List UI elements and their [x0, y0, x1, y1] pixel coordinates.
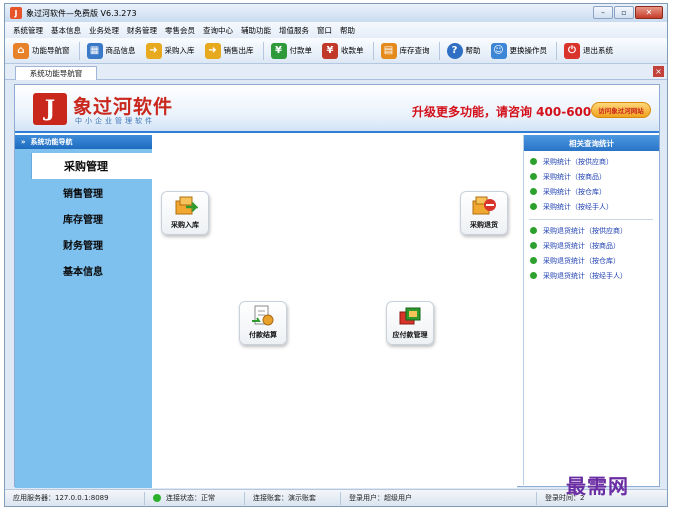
connection-status-icon	[153, 494, 161, 502]
stock-icon: ▤	[380, 42, 397, 59]
tab-close-icon[interactable]: ×	[653, 66, 664, 77]
toolbar-payment-button[interactable]: ¥ 付款单	[267, 40, 317, 62]
home-icon: ⌂	[13, 42, 29, 59]
payment-icon: ¥	[270, 42, 287, 59]
bullet-icon	[530, 242, 537, 249]
toolbar-nav-button[interactable]: ⌂ 功能导航窗	[9, 40, 74, 62]
bullet-icon	[530, 188, 537, 195]
toolbar: ⌂ 功能导航窗 ▦ 商品信息 ➜ 采购入库 ➜ 销售出库 ¥ 付款单 ¥ 收款单…	[5, 38, 667, 64]
app-logo-icon: J	[10, 7, 22, 19]
grid-icon: ▦	[86, 42, 103, 59]
menu-query[interactable]: 查询中心	[203, 25, 233, 36]
payment-settle-icon	[252, 305, 274, 326]
title-bar: J 象过河软件—免费版 V6.3.273 – ▫ ✕	[5, 4, 667, 22]
query-purchase-by-goods[interactable]: 采购统计（按商品）	[530, 169, 659, 184]
module-payment-settle[interactable]: 付款结算	[239, 301, 287, 345]
chevrons-icon: »	[21, 138, 26, 146]
toolbar-goods-button[interactable]: ▦ 商品信息	[83, 40, 140, 62]
menu-system[interactable]: 系统管理	[13, 25, 43, 36]
toolbar-purchase-in-button[interactable]: ➜ 采购入库	[142, 40, 199, 62]
module-workarea: 采购入库 采购退货 付款结算 应付款管理	[152, 135, 517, 488]
status-account: 连接账套：演示账套	[245, 491, 341, 505]
bullet-icon	[530, 203, 537, 210]
purchase-in-icon	[175, 196, 198, 215]
menu-basic-info[interactable]: 基本信息	[51, 25, 81, 36]
sidebar-header: » 系统功能导航	[15, 135, 152, 149]
related-queries-panel: 相关查询统计 采购统计（按供应商） 采购统计（按商品） 采购统计（按仓库） 采购…	[523, 135, 659, 485]
app-window: J 象过河软件—免费版 V6.3.273 – ▫ ✕ 系统管理 基本信息 业务处…	[4, 3, 668, 507]
toolbar-receipt-button[interactable]: ¥ 收款单	[318, 40, 368, 62]
nav-content: J 象过河软件 中小企业管理软件 升级更多功能，请咨询 400-600-1168…	[14, 84, 660, 488]
query-return-by-warehouse[interactable]: 采购退货统计（按仓库）	[530, 253, 659, 268]
toolbar-stock-button[interactable]: ▤ 库存查询	[377, 40, 434, 62]
help-icon: ?	[446, 42, 463, 59]
sidebar: » 系统功能导航 采购管理 销售管理 库存管理 财务管理 基本信息	[15, 135, 152, 488]
menu-value-added[interactable]: 增值服务	[279, 25, 309, 36]
query-purchase-by-handler[interactable]: 采购统计（按经手人）	[530, 199, 659, 214]
status-user: 登录用户：超级用户	[341, 491, 537, 505]
folder-in-icon: ➜	[145, 42, 162, 59]
sidebar-item-inventory[interactable]: 库存管理	[15, 205, 152, 231]
users-icon: ☺	[490, 42, 507, 59]
menu-help[interactable]: 帮助	[340, 25, 355, 36]
toolbar-exit-button[interactable]: ⏻ 退出系统	[560, 40, 617, 62]
window-title: 象过河软件—免费版 V6.3.273	[26, 8, 137, 18]
payable-icon	[399, 307, 421, 325]
bullet-icon	[530, 158, 537, 165]
sidebar-item-basic-info[interactable]: 基本信息	[15, 257, 152, 283]
visit-website-button[interactable]: 访问象过河网站	[591, 102, 651, 118]
related-queries-header: 相关查询统计	[524, 135, 659, 151]
module-payable[interactable]: 应付款管理	[386, 301, 434, 345]
query-return-by-goods[interactable]: 采购退货统计（按商品）	[530, 238, 659, 253]
menu-aux[interactable]: 辅助功能	[241, 25, 271, 36]
sidebar-item-purchase[interactable]: 采购管理	[31, 153, 152, 179]
receipt-icon: ¥	[322, 42, 338, 59]
bullet-icon	[530, 257, 537, 264]
bullet-icon	[530, 227, 537, 234]
brand-name: 象过河软件	[73, 96, 174, 118]
menu-business[interactable]: 业务处理	[89, 25, 119, 36]
menu-bar: 系统管理 基本信息 业务处理 财务管理 零售会员 查询中心 辅助功能 增值服务 …	[5, 22, 667, 38]
toolbar-switch-user-button[interactable]: ☺ 更换操作员	[487, 40, 552, 62]
bullet-icon	[530, 173, 537, 180]
folder-out-icon: ➜	[204, 42, 221, 59]
status-connection: 连接状态：正常	[145, 491, 245, 505]
menu-window[interactable]: 窗口	[317, 25, 332, 36]
brand-logo: J	[33, 93, 67, 125]
brand-subtitle: 中小企业管理软件	[75, 117, 155, 125]
watermark: 最需网	[566, 474, 629, 498]
toolbar-help-button[interactable]: ? 帮助	[443, 40, 485, 62]
toolbar-sales-out-button[interactable]: ➜ 销售出库	[201, 40, 258, 62]
minimize-button[interactable]: –	[593, 6, 613, 19]
query-purchase-by-warehouse[interactable]: 采购统计（按仓库）	[530, 184, 659, 199]
menu-retail[interactable]: 零售会员	[165, 25, 195, 36]
tab-strip: 系统功能导航窗 ×	[5, 64, 667, 80]
module-purchase-in[interactable]: 采购入库	[161, 191, 209, 235]
close-button[interactable]: ✕	[635, 6, 663, 19]
menu-finance[interactable]: 财务管理	[127, 25, 157, 36]
sidebar-item-finance[interactable]: 财务管理	[15, 231, 152, 257]
query-return-by-supplier[interactable]: 采购退货统计（按供应商）	[530, 223, 659, 238]
panel-divider	[529, 219, 653, 220]
purchase-return-icon	[472, 196, 496, 215]
power-icon: ⏻	[564, 42, 580, 59]
sidebar-item-sales[interactable]: 销售管理	[15, 179, 152, 205]
bullet-icon	[530, 272, 537, 279]
banner: J 象过河软件 中小企业管理软件 升级更多功能，请咨询 400-600-1168…	[15, 85, 659, 133]
maximize-button[interactable]: ▫	[614, 6, 634, 19]
module-purchase-return[interactable]: 采购退货	[460, 191, 508, 235]
query-purchase-by-supplier[interactable]: 采购统计（按供应商）	[530, 154, 659, 169]
tab-function-nav[interactable]: 系统功能导航窗	[15, 66, 97, 80]
query-return-by-handler[interactable]: 采购退货统计（按经手人）	[530, 268, 659, 283]
status-server: 应用服务器：127.0.0.1:8089	[5, 491, 145, 505]
